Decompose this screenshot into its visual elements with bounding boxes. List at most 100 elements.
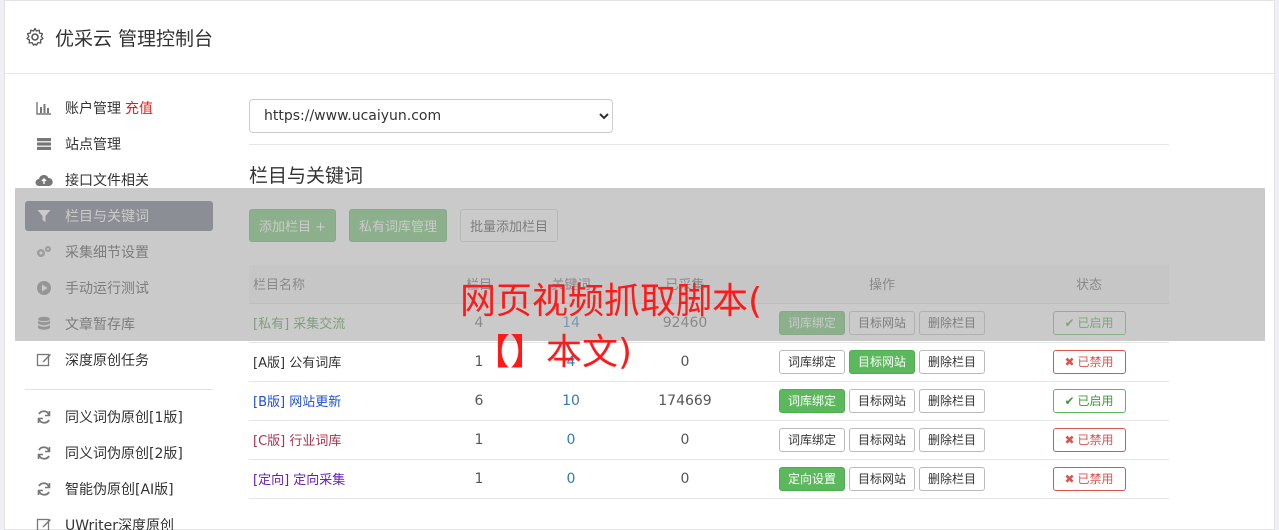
column-tag: [私有] [253,317,290,332]
delete-column-button[interactable]: 删除栏目 [919,349,986,374]
target-site-button[interactable]: 目标网站 [848,427,915,452]
sidebar-item-label: 手动运行测试 [65,281,149,297]
status-label: 已启用 [1077,316,1114,330]
app-frame: 优采云 管理控制台 账户管理 充值 站点管理 接口文件相关 栏目与关键词 采集细… [4,0,1275,530]
sidebar-item-account[interactable]: 账户管理 充值 [25,93,213,123]
delete-column-button[interactable]: 删除栏目 [919,427,986,452]
section-title: 栏目与关键词 [249,165,364,187]
delete-column-button[interactable]: 删除栏目 [919,388,986,413]
actions-cell: 定向设置 目标网站 删除栏目 [755,459,1009,499]
table-row: [B版] 网站更新 6 10 174669 词库绑定 目标网站 删除栏目 ✔ 已启用 [249,381,1169,421]
sidebar-item-sites[interactable]: 站点管理 [25,129,213,159]
edit-icon [35,351,53,369]
check-icon: ✔ [1064,315,1075,330]
status-toggle-button[interactable]: ✔ 已启用 [1052,388,1126,413]
column-name: 公有词库 [289,356,342,371]
collected-count-cell: 0 [615,459,755,499]
sidebar-item-label: 文章暂存库 [65,317,135,333]
check-icon: ✔ [1064,393,1075,408]
bind-library-button[interactable]: 词库绑定 [778,427,845,452]
delete-column-button[interactable]: 删除栏目 [919,310,986,335]
keyword-count-cell[interactable]: 0 [527,420,615,460]
gear-icon [26,27,44,46]
recharge-link[interactable]: 充值 [125,98,153,118]
column-name-cell[interactable]: [A版] 公有词库 [249,342,431,382]
close-icon: ✖ [1064,432,1075,447]
bind-library-button[interactable]: 词库绑定 [778,388,845,413]
status-cell: ✔ 已启用 [1009,381,1169,421]
header: 优采云 管理控制台 [5,1,1274,74]
edit-icon [35,516,53,530]
delete-column-button[interactable]: 删除栏目 [919,466,986,491]
sidebar-item-manual-run[interactable]: 手动运行测试 [25,273,213,303]
status-toggle-button[interactable]: ✖ 已禁用 [1052,466,1126,491]
col-header-name: 栏目名称 [249,265,431,304]
column-name: 定向采集 [293,473,346,488]
sidebar-item-uwriter[interactable]: UWriter深度原创 [25,510,213,530]
sidebar-item-columns[interactable]: 栏目与关键词 [25,201,213,231]
main-content: https://www.ucaiyun.com 栏目与关键词 添加栏目 + 私有… [249,99,1169,499]
sidebar-item-synonym-v2[interactable]: 同义词伪原创[2版] [25,438,213,468]
sidebar-item-deep-original[interactable]: 深度原创任务 [25,345,213,375]
col-header-status: 状态 [1009,265,1169,304]
target-site-button[interactable]: 目标网站 [848,466,915,491]
sidebar-item-label: UWriter深度原创 [65,518,174,530]
status-label: 已启用 [1077,394,1114,408]
column-tag: [A版] [253,356,286,371]
table-row: [C版] 行业词库 1 0 0 词库绑定 目标网站 删除栏目 ✖ 已禁用 [249,420,1169,460]
private-library-button[interactable]: 私有词库管理 [349,209,448,242]
status-toggle-button[interactable]: ✖ 已禁用 [1052,349,1126,374]
close-icon: ✖ [1064,471,1075,486]
sidebar: 账户管理 充值 站点管理 接口文件相关 栏目与关键词 采集细节设置 手动运行测试… [25,93,213,530]
sidebar-item-label: 采集细节设置 [65,245,149,261]
server-icon [35,135,53,153]
table-row: [定向] 定向采集 1 0 0 定向设置 目标网站 删除栏目 ✖ 已禁用 [249,459,1169,499]
sidebar-item-label: 栏目与关键词 [65,209,149,225]
column-name-cell[interactable]: [B版] 网站更新 [249,381,431,421]
batch-add-column-button[interactable]: 批量添加栏目 [460,209,559,242]
play-circle-icon [35,279,53,297]
sidebar-item-label: 深度原创任务 [65,353,149,369]
status-toggle-button[interactable]: ✖ 已禁用 [1052,427,1126,452]
bar-chart-icon [35,99,53,117]
collected-count-cell: 174669 [615,381,755,421]
sidebar-divider [25,389,213,390]
sidebar-item-label: 智能伪原创[AI版] [65,482,174,498]
status-label: 已禁用 [1077,433,1114,447]
watermark-line-1: 网页视频抓取脚本( [460,281,763,322]
column-name: 采集交流 [293,317,346,332]
column-name-cell[interactable]: [私有] 采集交流 [249,303,431,343]
target-site-button[interactable]: 目标网站 [848,388,915,413]
bind-library-button[interactable]: 定向设置 [778,466,845,491]
column-name-cell[interactable]: [定向] 定向采集 [249,459,431,499]
site-select[interactable]: https://www.ucaiyun.com [249,99,613,133]
status-label: 已禁用 [1077,355,1114,369]
database-icon [35,315,53,333]
column-name: 行业词库 [289,434,342,449]
add-column-button[interactable]: 添加栏目 + [249,209,337,242]
sidebar-item-label: 站点管理 [65,137,121,153]
filter-icon [35,207,53,225]
collected-count-cell: 0 [615,420,755,460]
column-name-cell[interactable]: [C版] 行业词库 [249,420,431,460]
column-count-cell: 6 [431,381,527,421]
sidebar-item-collect-settings[interactable]: 采集细节设置 [25,237,213,267]
keyword-count-cell[interactable]: 0 [527,459,615,499]
status-cell: ✔ 已启用 [1009,303,1169,343]
sidebar-item-synonym-v1[interactable]: 同义词伪原创[1版] [25,402,213,432]
refresh-icon [35,444,53,462]
sidebar-item-article-store[interactable]: 文章暂存库 [25,309,213,339]
column-count-cell: 1 [431,459,527,499]
status-toggle-button[interactable]: ✔ 已启用 [1052,310,1126,335]
sidebar-item-ai-original[interactable]: 智能伪原创[AI版] [25,474,213,504]
watermark-text: 网页视频抓取脚本( 【】本文) [460,276,860,378]
sidebar-item-interface[interactable]: 接口文件相关 [25,165,213,195]
actions-cell: 词库绑定 目标网站 删除栏目 [755,381,1009,421]
refresh-icon [35,408,53,426]
actions-cell: 词库绑定 目标网站 删除栏目 [755,420,1009,460]
column-name: 网站更新 [289,395,342,410]
keyword-count-cell[interactable]: 10 [527,381,615,421]
cogs-icon [35,243,53,261]
column-tag: [C版] [253,434,286,449]
column-count-cell: 1 [431,420,527,460]
